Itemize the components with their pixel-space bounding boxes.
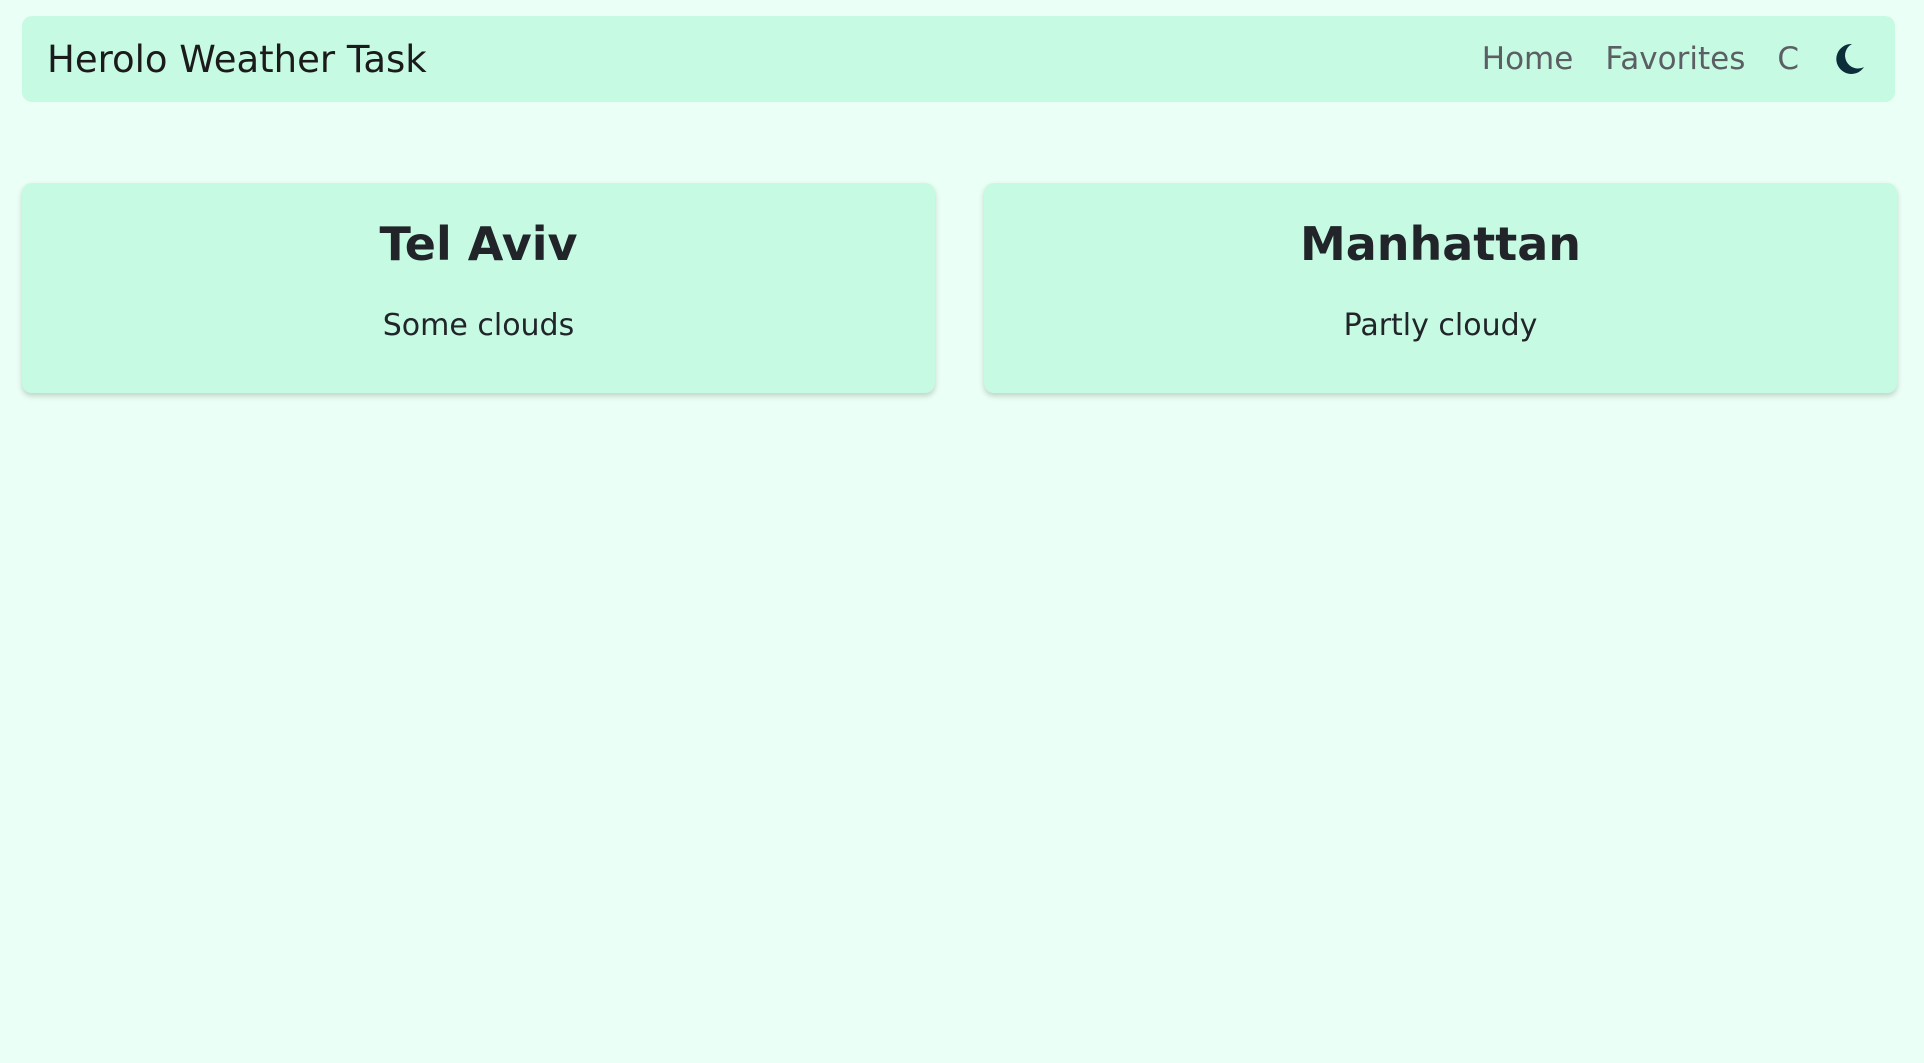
- card-city-name: Manhattan: [1299, 217, 1582, 271]
- favorite-card-tel-aviv[interactable]: Tel Aviv Some clouds: [22, 183, 935, 393]
- card-weather-text: Some clouds: [382, 307, 575, 343]
- nav-links: Home Favorites C: [1482, 16, 1869, 102]
- card-weather-text: Partly cloudy: [1343, 307, 1538, 343]
- favorite-card-manhattan[interactable]: Manhattan Partly cloudy: [984, 183, 1897, 393]
- nav-link-favorites[interactable]: Favorites: [1605, 41, 1745, 77]
- brand-link[interactable]: Herolo Weather Task: [47, 38, 427, 81]
- favorites-list: Tel Aviv Some clouds Manhattan Partly cl…: [22, 183, 1897, 393]
- card-city-name: Tel Aviv: [379, 217, 578, 271]
- theme-toggle[interactable]: [1829, 39, 1869, 79]
- navbar: Herolo Weather Task Home Favorites C: [22, 16, 1895, 102]
- nav-link-home[interactable]: Home: [1482, 41, 1574, 77]
- moon-icon: [1836, 43, 1864, 74]
- unit-toggle[interactable]: C: [1777, 41, 1799, 77]
